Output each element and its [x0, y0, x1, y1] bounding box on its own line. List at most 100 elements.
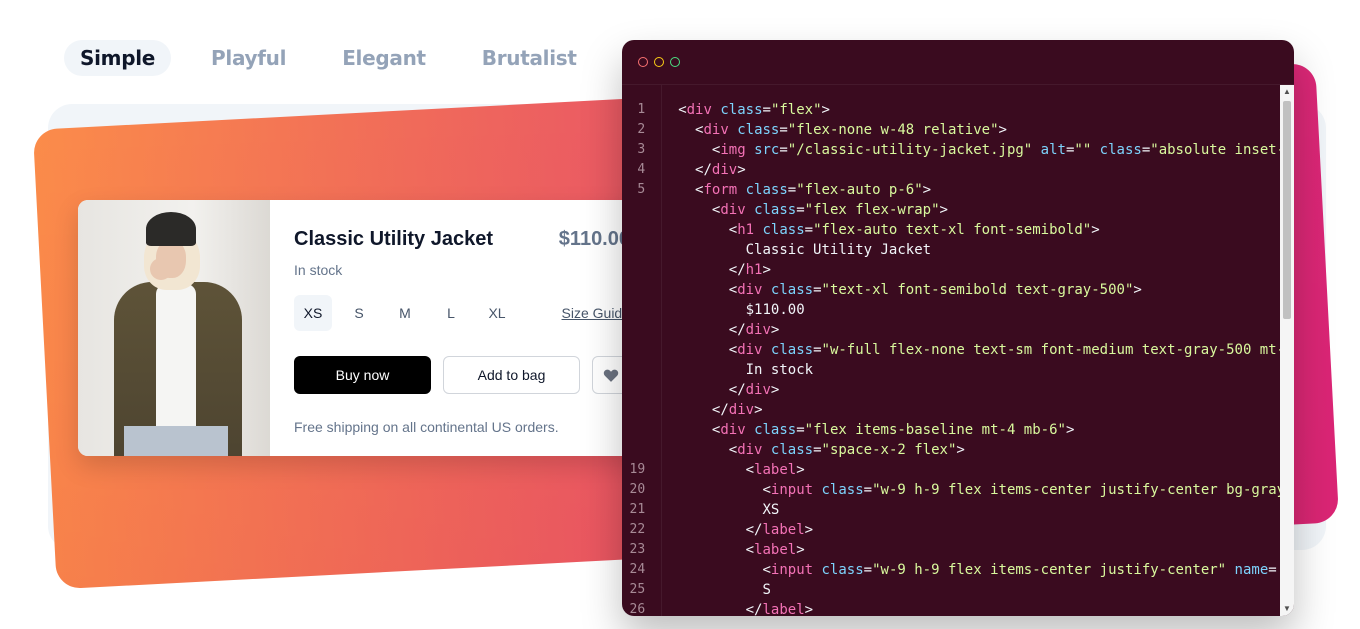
tab-elegant[interactable]: Elegant — [326, 40, 442, 76]
code-token: S — [762, 582, 771, 598]
size-option-m[interactable]: M — [386, 295, 424, 331]
code-token: = — [813, 282, 822, 298]
code-token: div — [686, 102, 712, 118]
photo-jeans — [124, 426, 228, 456]
code-token: = — [1141, 142, 1151, 158]
code-token: div — [720, 422, 746, 438]
code-token: </ — [745, 602, 763, 616]
code-token: > — [762, 262, 771, 278]
code-token: class — [813, 562, 864, 578]
scroll-thumb[interactable] — [1283, 101, 1291, 319]
maximize-window-icon[interactable] — [670, 57, 680, 67]
size-option-xs[interactable]: XS — [294, 295, 332, 331]
line-number — [622, 400, 645, 420]
code-line: <label> — [678, 540, 1294, 560]
scroll-down-arrow-icon[interactable]: ▼ — [1280, 602, 1294, 616]
code-token: "flex-auto p-6" — [796, 182, 923, 198]
code-token: </ — [711, 402, 729, 418]
tab-playful[interactable]: Playful — [195, 40, 302, 76]
line-number: 3 — [637, 142, 646, 157]
code-token: = — [796, 422, 805, 438]
size-selector: XS S M L XL Size Guide — [294, 295, 630, 331]
line-number: 22 — [629, 522, 646, 537]
heart-icon — [603, 369, 619, 382]
minimize-window-icon[interactable] — [654, 57, 664, 67]
code-token: = — [779, 142, 788, 158]
code-token: < — [728, 342, 738, 358]
code-token: Classic Utility Jacket — [745, 242, 932, 258]
size-option-s[interactable]: S — [340, 295, 378, 331]
code-token: </ — [728, 382, 746, 398]
add-to-bag-button[interactable]: Add to bag — [443, 356, 580, 394]
code-token: src — [745, 142, 780, 158]
line-number — [622, 240, 645, 260]
code-line: <div class="flex flex-wrap"> — [678, 200, 1294, 220]
code-token: = — [762, 102, 771, 118]
code-content[interactable]: <div class="flex"> <div class="flex-none… — [662, 85, 1294, 616]
code-token: > — [998, 122, 1007, 138]
code-token: div — [745, 322, 771, 338]
code-line: </h1> — [678, 260, 1294, 280]
code-line: In stock — [678, 360, 1294, 380]
code-token: label — [762, 602, 805, 616]
code-line: </div> — [678, 380, 1294, 400]
code-token: div — [745, 382, 771, 398]
code-token: = — [796, 202, 805, 218]
line-number: 19 — [629, 462, 646, 477]
code-token: class — [1091, 142, 1142, 158]
code-token: </ — [728, 262, 746, 278]
code-token: div — [720, 202, 746, 218]
scroll-up-arrow-icon[interactable]: ▲ — [1280, 85, 1294, 99]
size-option-l[interactable]: L — [432, 295, 470, 331]
line-number: 23 — [629, 542, 646, 557]
size-option-xl[interactable]: XL — [478, 295, 516, 331]
code-token: </ — [695, 162, 712, 178]
size-guide-link[interactable]: Size Guide — [562, 305, 630, 321]
code-token: > — [922, 182, 932, 198]
code-token: XS — [762, 502, 780, 518]
code-token: "/classic-utility-jacket.jpg" — [787, 142, 1033, 158]
product-title: Classic Utility Jacket — [294, 228, 493, 250]
code-token: < — [728, 282, 738, 298]
code-token: div — [703, 122, 729, 138]
photo-hand — [150, 258, 172, 280]
code-line: </label> — [678, 600, 1294, 616]
code-token: class — [762, 342, 814, 358]
code-token: > — [804, 522, 814, 538]
code-line: $110.00 — [678, 300, 1294, 320]
code-area: 1 2 3 4 5 19 20 21 22 23 24 25 26 <div class="flex">… — [622, 85, 1294, 616]
code-token: < — [728, 222, 738, 238]
code-token: label — [754, 462, 797, 478]
stock-status: In stock — [294, 262, 343, 278]
code-token: h1 — [737, 222, 755, 238]
tab-simple[interactable]: Simple — [64, 40, 172, 76]
code-token: label — [762, 522, 805, 538]
code-token: "space-x-2 flex" — [821, 442, 957, 458]
code-token: class — [745, 422, 797, 438]
code-scrollbar[interactable]: ▲ ▼ — [1280, 85, 1294, 616]
product-actions: Buy now Add to bag — [294, 356, 630, 394]
code-token: h1 — [745, 262, 763, 278]
close-window-icon[interactable] — [638, 57, 648, 67]
code-line: <input class="w-9 h-9 flex items-center … — [678, 560, 1294, 580]
code-line: XS — [678, 500, 1294, 520]
tab-brutalist[interactable]: Brutalist — [466, 40, 593, 76]
code-token: "flex-auto text-xl font-semibold" — [813, 222, 1092, 238]
code-line: <input class="w-9 h-9 flex items-center … — [678, 480, 1294, 500]
buy-now-button[interactable]: Buy now — [294, 356, 431, 394]
code-line: Classic Utility Jacket — [678, 240, 1294, 260]
code-line: </label> — [678, 520, 1294, 540]
code-token: class — [745, 202, 797, 218]
code-token: class — [762, 442, 814, 458]
code-token: div — [737, 282, 763, 298]
